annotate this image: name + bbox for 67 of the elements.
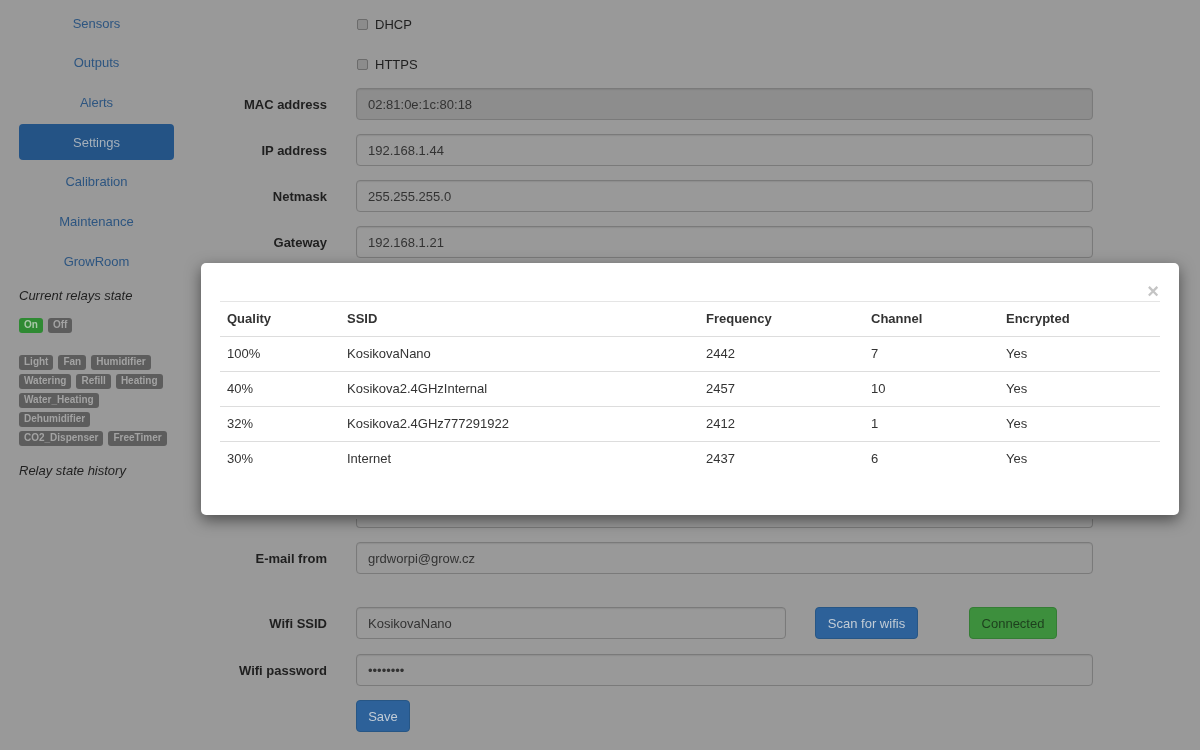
field-label: Wifi SSID [269, 614, 327, 632]
column-header: Frequency [706, 310, 772, 328]
input-field[interactable]: 192.168.1.44 [356, 134, 1093, 166]
column-header: Channel [871, 310, 923, 328]
input-field[interactable]: 192.168.1.21 [356, 226, 1093, 258]
relay-tag: Humidifier [91, 355, 151, 371]
table-cell: 30% [227, 450, 254, 468]
checkbox[interactable] [357, 18, 368, 30]
input-field[interactable]: KosikovaNano [356, 607, 786, 639]
checkbox[interactable] [357, 58, 368, 70]
table-cell: Yes [1006, 415, 1028, 433]
checkbox-label: DHCP [375, 15, 412, 33]
table-cell: 6 [871, 450, 879, 468]
table-cell: Yes [1006, 345, 1028, 363]
relay-tag: Refill [76, 374, 111, 390]
column-header: Quality [227, 310, 272, 328]
nav-item[interactable]: Maintenance [59, 212, 134, 230]
field-label: E-mail from [255, 549, 327, 567]
table-cell: Kosikova2.4GHzInternal [347, 380, 488, 398]
table-cell: 32% [227, 415, 254, 433]
table-cell: Internet [347, 450, 392, 468]
table-cell: 100% [227, 345, 261, 363]
field-label: Netmask [272, 187, 327, 205]
relay-tag: Water_Heating [19, 393, 99, 409]
field-label: Wifi password [239, 661, 327, 679]
checkbox-label: HTTPS [375, 55, 418, 73]
field-label: Gateway [273, 233, 327, 251]
table-cell: 2412 [706, 415, 735, 433]
table-cell: KosikovaNano [347, 345, 431, 363]
relay-tag: Fan [58, 355, 87, 371]
input-field[interactable]: grdworpi@grow.cz [356, 542, 1093, 574]
relay-tag: Watering [19, 374, 72, 390]
table-cell: 40% [227, 380, 254, 398]
column-header: Encrypted [1006, 310, 1070, 328]
nav-item[interactable]: Sensors [72, 14, 121, 32]
save-button[interactable]: Save [356, 700, 410, 732]
status-button[interactable]: Connected [969, 607, 1057, 639]
history-heading: Relay state history [19, 462, 126, 481]
password-field[interactable]: •••••••• [356, 654, 1093, 686]
relays-heading: Current relays state [19, 287, 133, 306]
table-cell: Yes [1006, 380, 1028, 398]
nav-item[interactable]: Alerts [79, 93, 114, 111]
nav-item[interactable]: Outputs [73, 54, 120, 72]
relay-tag: CO2_Dispenser [19, 431, 104, 447]
relay-tag: Dehumidifier [19, 412, 91, 428]
table-cell: 7 [871, 345, 879, 363]
table-cell: Kosikova2.4GHz777291922 [347, 415, 509, 433]
field-label: IP address [261, 141, 327, 159]
table-cell: Yes [1006, 450, 1028, 468]
table-cell: 10 [871, 380, 886, 398]
nav-item[interactable]: Calibration [65, 173, 128, 191]
relay-tag: Heating [115, 374, 163, 390]
table-cell: 2457 [706, 380, 735, 398]
input-field[interactable]: 255.255.255.0 [356, 180, 1093, 212]
legend-tag: On [19, 318, 43, 334]
relay-tag: Light [19, 355, 54, 371]
table-cell: 2442 [706, 345, 735, 363]
input-field[interactable] [356, 519, 1093, 528]
column-header: SSID [347, 310, 378, 328]
field-label: MAC address [243, 95, 327, 113]
nav-item[interactable]: Settings [19, 124, 174, 161]
relay-tag: FreeTimer [108, 431, 167, 447]
nav-item[interactable]: GrowRoom [63, 252, 130, 270]
table-cell: 2437 [706, 450, 735, 468]
table-cell: 1 [871, 415, 879, 433]
legend-tag: Off [47, 318, 73, 334]
scan-button[interactable]: Scan for wifis [815, 607, 918, 639]
